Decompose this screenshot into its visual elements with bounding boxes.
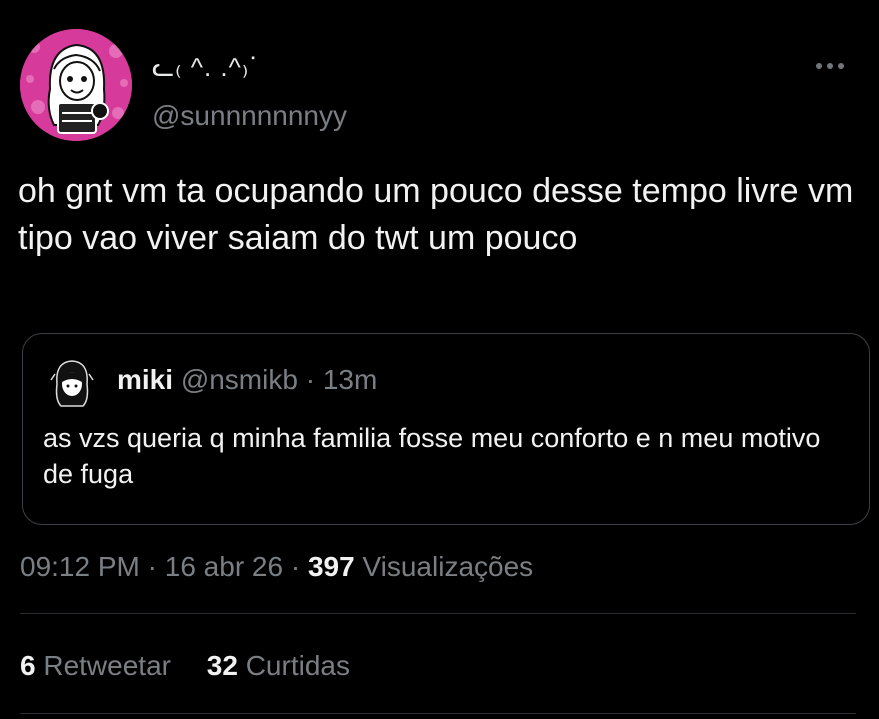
meta-separator: · [290,551,301,582]
more-horizontal-icon [816,63,822,69]
divider [20,613,856,614]
likes-count: 32 [206,650,238,681]
more-horizontal-icon-dot [838,63,844,69]
more-options-button[interactable] [812,52,848,80]
author-display-name[interactable]: ᓚ₍ ^. .^₎ᐝ [152,52,257,83]
tweet-date[interactable]: 16 abr 26 [165,551,283,582]
quoted-author-handle[interactable]: @nsmikb [181,364,298,395]
tweet-time[interactable]: 09:12 PM [20,551,140,582]
author-handle[interactable]: @sunnnnnnnyy [152,100,347,132]
quoted-tweet-header: miki @nsmikb · 13m [117,364,377,396]
likes-label: Curtidas [245,650,350,681]
author-avatar-illustration [20,29,132,141]
retweets-count: 6 [20,650,36,681]
quoted-author-avatar[interactable] [45,354,99,408]
engagement-stats: 6 Retweetar 32 Curtidas [20,650,378,682]
retweets-label: Retweetar [43,650,171,681]
meta-separator: · [147,551,157,582]
tweet-metadata: 09:12 PM · 16 abr 26 · 397 Visualizações [20,551,533,583]
author-avatar[interactable] [20,29,132,141]
retweets-stat[interactable]: 6 Retweetar [20,650,179,681]
quoted-tweet-card[interactable]: miki @nsmikb · 13m as vzs queria q minha… [22,333,870,525]
more-horizontal-icon-dot [827,63,833,69]
views-label: Visualizações [362,551,534,582]
quoted-separator: · [305,364,316,395]
quoted-tweet-text: as vzs queria q minha familia fosse meu … [43,423,821,489]
quoted-timestamp[interactable]: 13m [323,364,377,395]
likes-stat[interactable]: 32 Curtidas [207,650,350,681]
tweet-text: oh gnt vm ta ocupando um pouco desse tem… [18,172,854,257]
quoted-author-name[interactable]: miki [117,364,173,395]
quoted-author-avatar-illustration [45,354,99,408]
views-count: 397 [307,551,355,582]
divider-bottom [20,713,856,714]
